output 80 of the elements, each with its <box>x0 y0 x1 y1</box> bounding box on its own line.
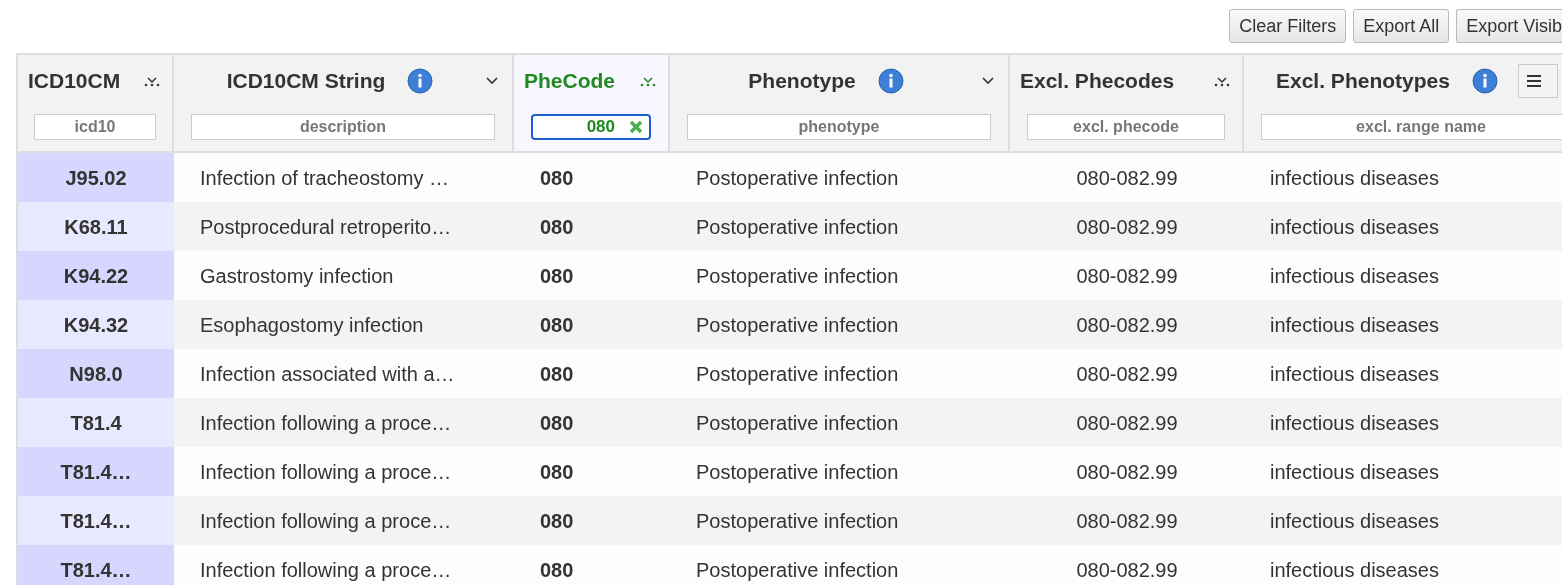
table-cell-text: 080-082.99 <box>1075 214 1179 240</box>
table-cell-text: Infection following a proce… <box>199 557 452 583</box>
column-title: Phenotype <box>748 68 856 95</box>
table-cell-text: J95.02 <box>64 165 128 191</box>
table-cell-text: T81.4… <box>59 557 133 583</box>
table-cell-text: Postprocedural retroperito… <box>199 214 452 240</box>
table-cell-text: T81.4 <box>69 410 123 436</box>
table-cell-text: Infection following a proce… <box>199 508 452 534</box>
table-cell-text: Postoperative infection <box>695 361 899 387</box>
sort-icon[interactable] <box>144 75 160 87</box>
filter-field[interactable]: excl. phecode <box>1027 114 1225 140</box>
column-title: Excl. Phecodes <box>1020 68 1175 95</box>
sort-icon[interactable] <box>1214 75 1230 87</box>
table-cell-text: 080-082.99 <box>1075 557 1179 583</box>
chevron-down-icon[interactable] <box>982 77 994 85</box>
table-cell-text: infectious diseases <box>1269 459 1439 485</box>
table-cell-text: 080-082.99 <box>1075 459 1179 485</box>
toolbar-button[interactable]: Clear Filters <box>1229 9 1347 43</box>
table-cell-text: 080-082.99 <box>1075 263 1179 289</box>
table-cell-text: T81.4… <box>59 508 133 534</box>
filter-value: 080 <box>586 116 615 139</box>
table-cell-text: Postoperative infection <box>695 263 899 289</box>
info-icon[interactable] <box>407 68 434 94</box>
column-title: ICD10CM <box>28 68 121 95</box>
filter-field[interactable]: description <box>191 114 495 140</box>
table-cell-text: Postoperative infection <box>695 410 899 436</box>
table-cell-text: Postoperative infection <box>695 165 899 191</box>
table-cell-text: infectious diseases <box>1269 557 1439 583</box>
table-cell-text: Postoperative infection <box>695 312 899 338</box>
table-cell-text: Infection following a proce… <box>199 459 452 485</box>
table-cell-text: 080-082.99 <box>1075 410 1179 436</box>
table-cell-text: 080 <box>539 459 574 485</box>
filter-field[interactable]: excl. range name <box>1261 114 1562 140</box>
table-cell-text: 080 <box>539 312 574 338</box>
table-cell-text: 080-082.99 <box>1075 361 1179 387</box>
table-cell-text: Gastrostomy infection <box>199 263 394 289</box>
toolbar-button[interactable]: Export All <box>1353 9 1450 43</box>
table-cell-text: Esophagostomy infection <box>199 312 424 338</box>
table-cell-text: Postoperative infection <box>695 459 899 485</box>
menu-button[interactable] <box>1517 64 1558 98</box>
table-cell-text: Infection following a proce… <box>199 410 452 436</box>
column-title: Excl. Phenotypes <box>1276 68 1450 95</box>
table-cell-text: 080 <box>539 165 574 191</box>
table-cell-text: infectious diseases <box>1269 410 1439 436</box>
clear-icon[interactable] <box>629 120 643 134</box>
table-cell-text: T81.4… <box>59 459 133 485</box>
table-cell-text: 080 <box>539 410 574 436</box>
menu-icon <box>1526 75 1541 87</box>
table-cell-text: 080 <box>539 214 574 240</box>
table-cell-text: K68.11 <box>63 214 129 240</box>
table-cell-text: N98.0 <box>68 361 124 387</box>
table-cell-text: 080-082.99 <box>1075 165 1179 191</box>
toolbar-button[interactable]: Export Visib <box>1456 9 1562 43</box>
chevron-down-icon[interactable] <box>486 77 498 85</box>
table-cell-text: infectious diseases <box>1269 361 1439 387</box>
table-cell-text: 080 <box>539 263 574 289</box>
table-cell-text: infectious diseases <box>1269 312 1439 338</box>
table-cell-text: 080 <box>539 557 574 583</box>
filter-field[interactable]: icd10 <box>34 114 156 140</box>
table-cell-text: infectious diseases <box>1269 165 1439 191</box>
table-cell-text: Infection associated with a… <box>199 361 455 387</box>
column-title: ICD10CM String <box>226 68 386 95</box>
table-cell-text: infectious diseases <box>1269 508 1439 534</box>
table-cell-text: infectious diseases <box>1269 214 1439 240</box>
table-cell-text: Infection of tracheostomy … <box>199 165 449 191</box>
table-cell-text: Postoperative infection <box>695 214 899 240</box>
table-cell-text: Postoperative infection <box>695 508 899 534</box>
column-title: PheCode <box>524 68 615 95</box>
table-cell-text: K94.22 <box>62 263 130 289</box>
filter-field[interactable]: phenotype <box>687 114 991 140</box>
table-cell-text: 080 <box>539 508 574 534</box>
info-icon[interactable] <box>1471 68 1498 94</box>
table-cell-text: 080 <box>539 361 574 387</box>
table-cell-text: 080-082.99 <box>1075 312 1179 338</box>
table-cell-text: infectious diseases <box>1269 263 1439 289</box>
table-cell-text: K94.32 <box>62 312 130 338</box>
filter-field[interactable]: 080 <box>531 114 651 140</box>
table-cell-text: 080-082.99 <box>1075 508 1179 534</box>
table-cell-text: Postoperative infection <box>695 557 899 583</box>
info-icon[interactable] <box>877 68 904 94</box>
